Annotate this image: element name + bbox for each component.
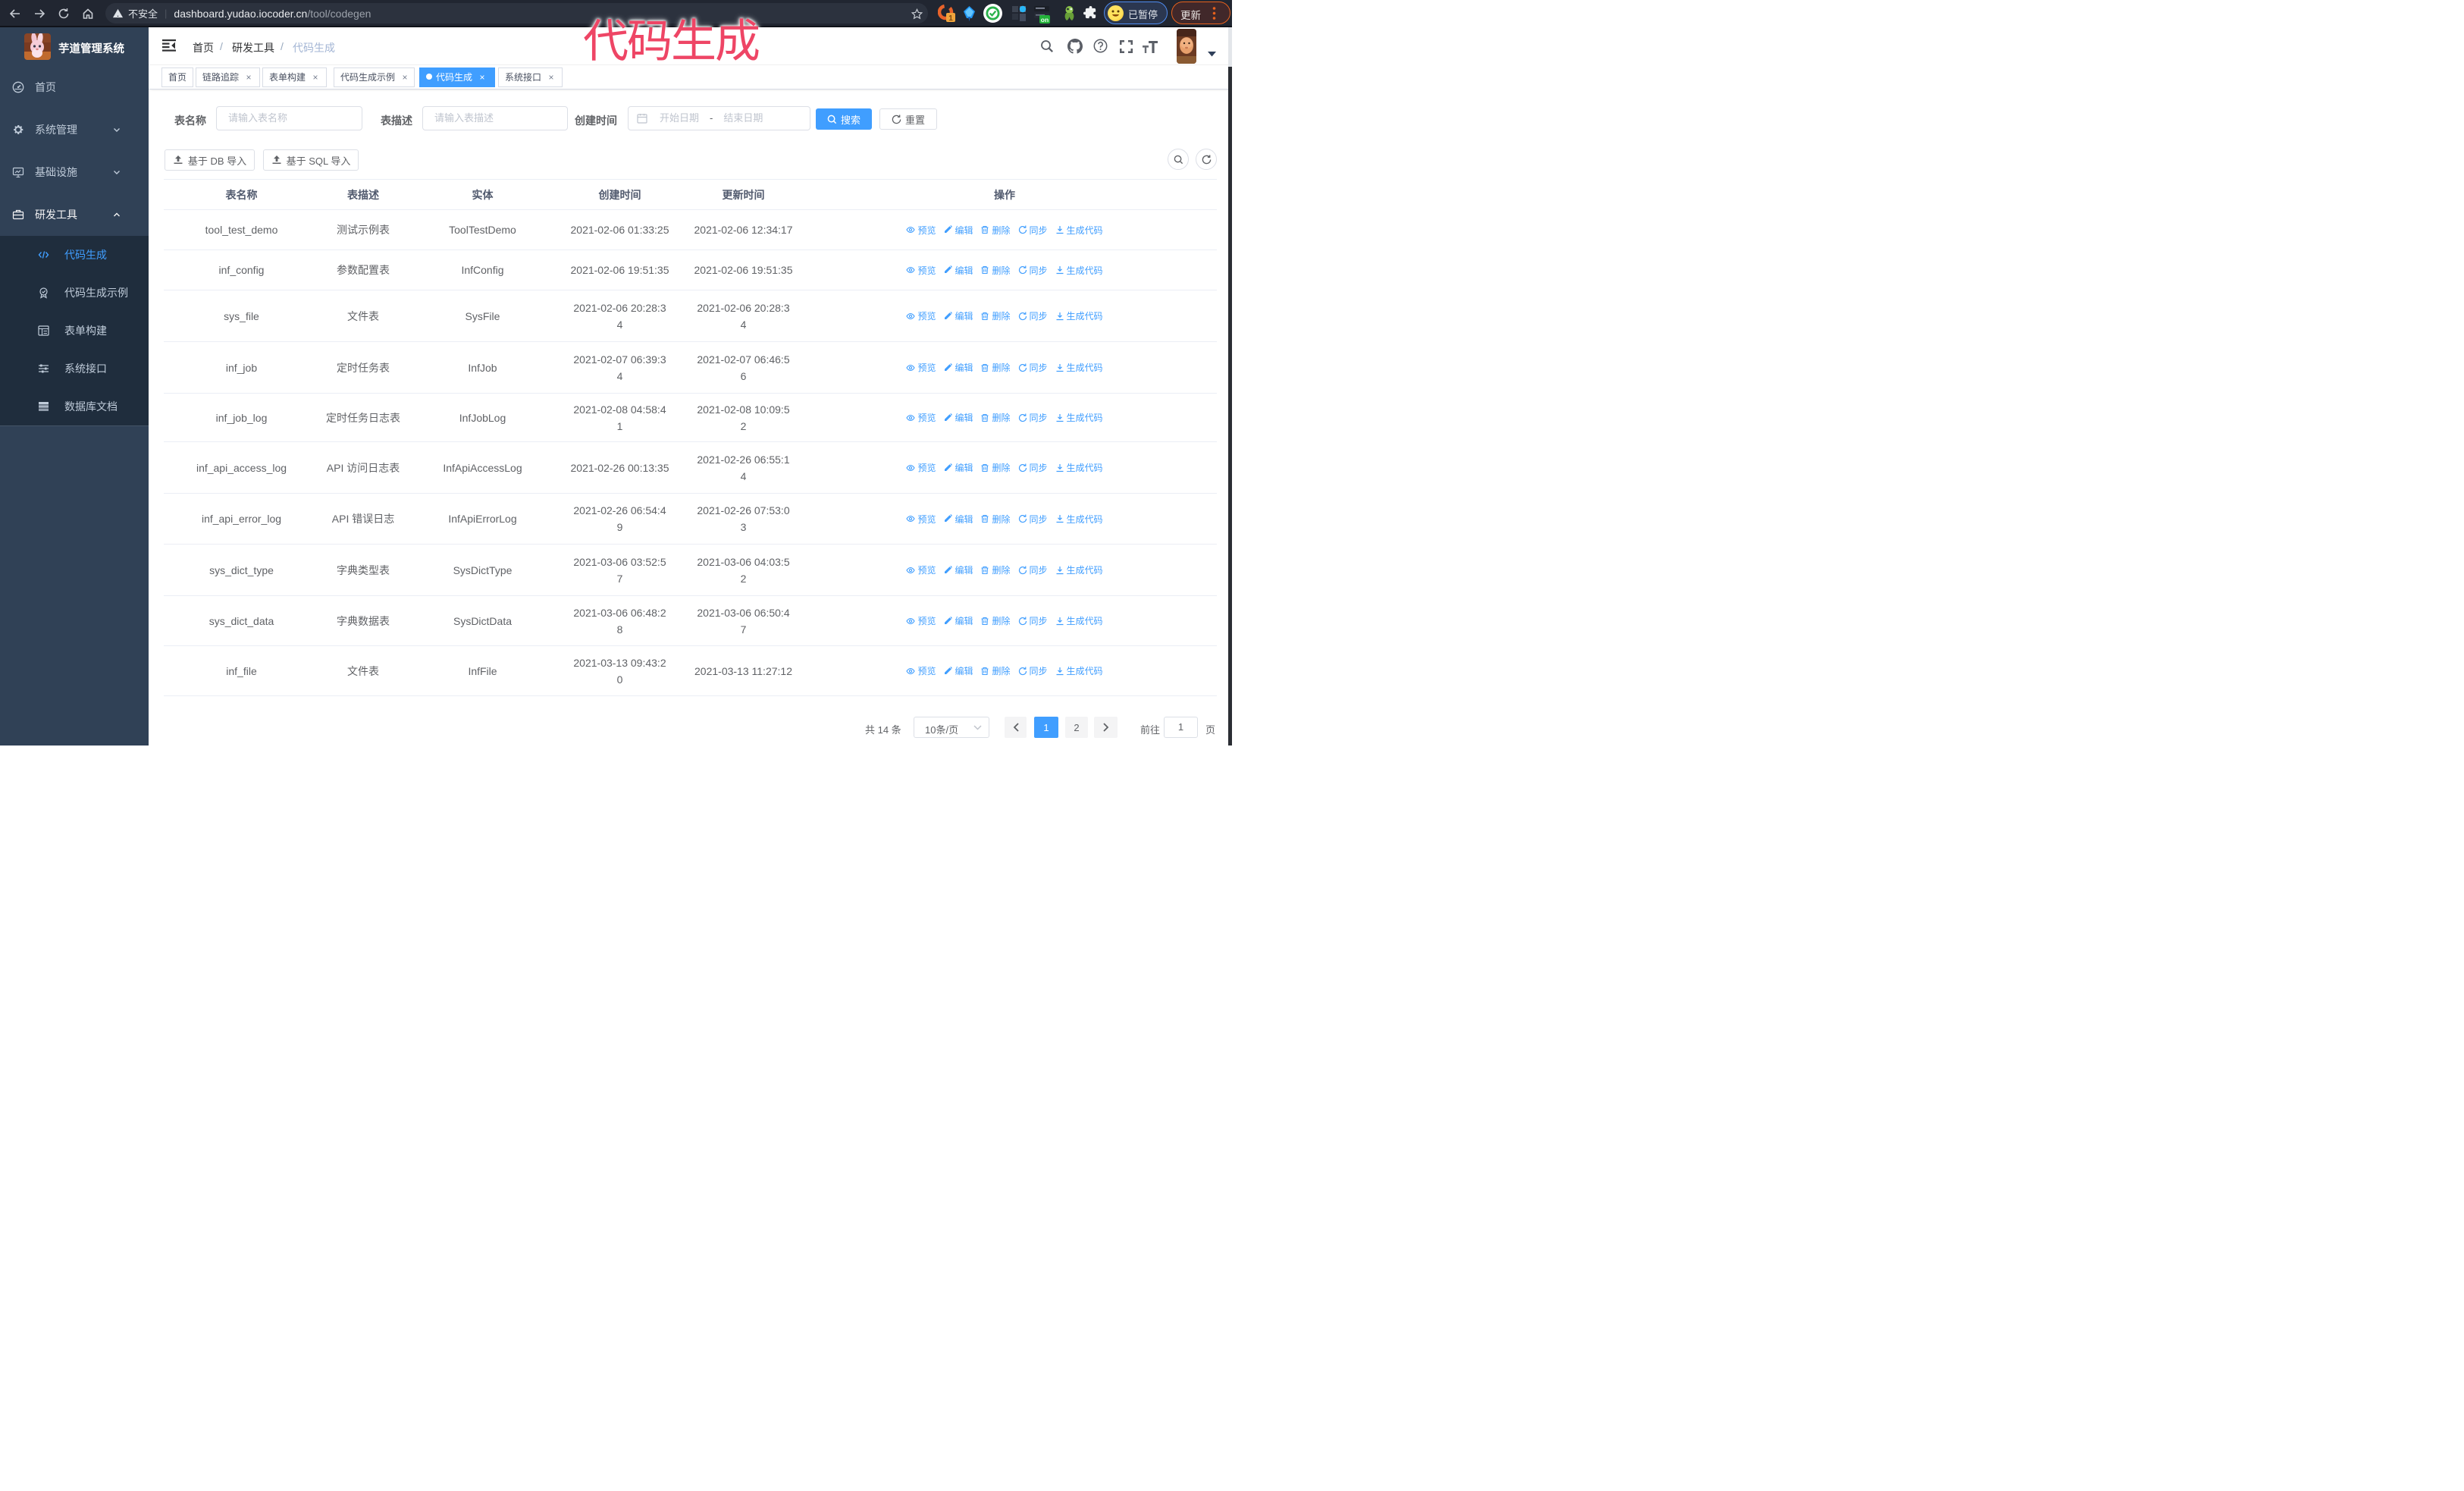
svg-text:on: on: [1041, 16, 1049, 24]
svg-text:1: 1: [948, 14, 953, 23]
